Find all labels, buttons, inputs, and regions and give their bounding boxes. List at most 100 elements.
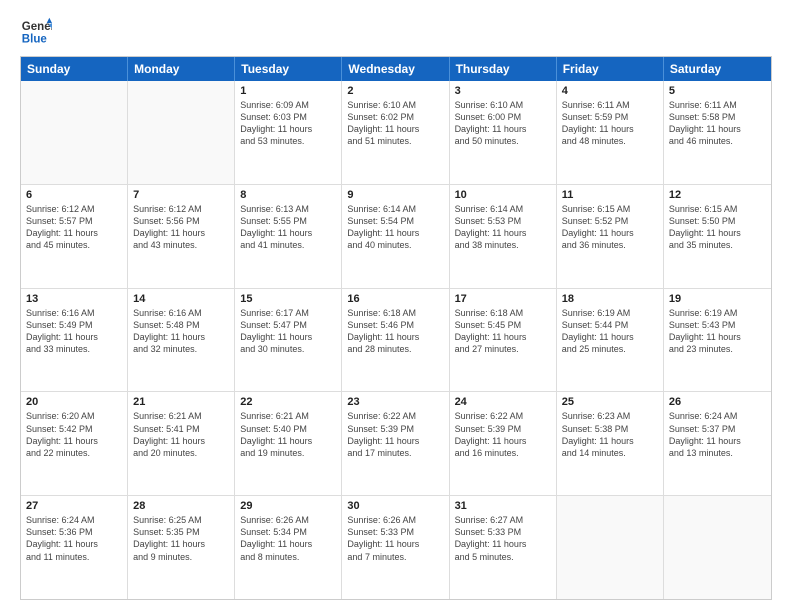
empty-cell-4-6: [664, 496, 771, 599]
day-cell-15: 15 Sunrise: 6:17 AM Sunset: 5:47 PM Dayli…: [235, 289, 342, 392]
weekday-header-monday: Monday: [128, 57, 235, 81]
day-number: 9: [347, 189, 443, 201]
logo: General Blue: [20, 16, 58, 48]
day-info: Sunrise: 6:14 AM Sunset: 5:54 PM Dayligh…: [347, 203, 443, 252]
day-info: Sunrise: 6:17 AM Sunset: 5:47 PM Dayligh…: [240, 307, 336, 356]
day-number: 11: [562, 189, 658, 201]
day-number: 30: [347, 500, 443, 512]
svg-text:Blue: Blue: [22, 34, 48, 46]
day-cell-21: 21 Sunrise: 6:21 AM Sunset: 5:41 PM Dayli…: [128, 392, 235, 495]
day-number: 19: [669, 293, 766, 305]
day-info: Sunrise: 6:21 AM Sunset: 5:41 PM Dayligh…: [133, 410, 229, 459]
calendar-page: General Blue SundayMondayTuesdayWednesda…: [0, 0, 792, 612]
day-info: Sunrise: 6:12 AM Sunset: 5:56 PM Dayligh…: [133, 203, 229, 252]
day-number: 8: [240, 189, 336, 201]
day-info: Sunrise: 6:11 AM Sunset: 5:59 PM Dayligh…: [562, 99, 658, 148]
calendar-row-4: 27 Sunrise: 6:24 AM Sunset: 5:36 PM Dayli…: [21, 496, 771, 599]
day-number: 14: [133, 293, 229, 305]
day-number: 10: [455, 189, 551, 201]
logo-icon: General Blue: [20, 16, 52, 48]
day-info: Sunrise: 6:26 AM Sunset: 5:33 PM Dayligh…: [347, 514, 443, 563]
day-number: 24: [455, 396, 551, 408]
day-cell-11: 11 Sunrise: 6:15 AM Sunset: 5:52 PM Dayli…: [557, 185, 664, 288]
day-info: Sunrise: 6:10 AM Sunset: 6:00 PM Dayligh…: [455, 99, 551, 148]
day-number: 17: [455, 293, 551, 305]
calendar-body: 1Sunrise: 6:09 AM Sunset: 6:03 PM Daylig…: [21, 81, 771, 599]
day-number: 7: [133, 189, 229, 201]
day-info: Sunrise: 6:16 AM Sunset: 5:49 PM Dayligh…: [26, 307, 122, 356]
weekday-header-tuesday: Tuesday: [235, 57, 342, 81]
day-cell-28: 28 Sunrise: 6:25 AM Sunset: 5:35 PM Dayli…: [128, 496, 235, 599]
day-info: Sunrise: 6:14 AM Sunset: 5:53 PM Dayligh…: [455, 203, 551, 252]
day-cell-12: 12Sunrise: 6:15 AM Sunset: 5:50 PM Dayli…: [664, 185, 771, 288]
day-cell-7: 7 Sunrise: 6:12 AM Sunset: 5:56 PM Daylig…: [128, 185, 235, 288]
day-cell-26: 26 Sunrise: 6:24 AM Sunset: 5:37 PM Dayli…: [664, 392, 771, 495]
day-info: Sunrise: 6:24 AM Sunset: 5:37 PM Dayligh…: [669, 410, 766, 459]
day-number: 22: [240, 396, 336, 408]
day-number: 21: [133, 396, 229, 408]
day-info: Sunrise: 6:22 AM Sunset: 5:39 PM Dayligh…: [347, 410, 443, 459]
day-info: Sunrise: 6:18 AM Sunset: 5:45 PM Dayligh…: [455, 307, 551, 356]
day-cell-9: 9 Sunrise: 6:14 AM Sunset: 5:54 PM Daylig…: [342, 185, 449, 288]
day-number: 26: [669, 396, 766, 408]
day-cell-8: 8 Sunrise: 6:13 AM Sunset: 5:55 PM Daylig…: [235, 185, 342, 288]
calendar-row-1: 6 Sunrise: 6:12 AM Sunset: 5:57 PM Daylig…: [21, 185, 771, 289]
day-cell-30: 30 Sunrise: 6:26 AM Sunset: 5:33 PM Dayli…: [342, 496, 449, 599]
day-info: Sunrise: 6:27 AM Sunset: 5:33 PM Dayligh…: [455, 514, 551, 563]
day-cell-20: 20 Sunrise: 6:20 AM Sunset: 5:42 PM Dayli…: [21, 392, 128, 495]
day-number: 23: [347, 396, 443, 408]
empty-cell-0-0: [21, 81, 128, 184]
day-number: 18: [562, 293, 658, 305]
weekday-header-wednesday: Wednesday: [342, 57, 449, 81]
day-info: Sunrise: 6:15 AM Sunset: 5:52 PM Dayligh…: [562, 203, 658, 252]
day-info: Sunrise: 6:16 AM Sunset: 5:48 PM Dayligh…: [133, 307, 229, 356]
day-cell-17: 17 Sunrise: 6:18 AM Sunset: 5:45 PM Dayli…: [450, 289, 557, 392]
day-info: Sunrise: 6:25 AM Sunset: 5:35 PM Dayligh…: [133, 514, 229, 563]
day-info: Sunrise: 6:19 AM Sunset: 5:43 PM Dayligh…: [669, 307, 766, 356]
day-info: Sunrise: 6:10 AM Sunset: 6:02 PM Dayligh…: [347, 99, 443, 148]
day-cell-5: 5Sunrise: 6:11 AM Sunset: 5:58 PM Daylig…: [664, 81, 771, 184]
day-number: 6: [26, 189, 122, 201]
day-number: 27: [26, 500, 122, 512]
day-info: Sunrise: 6:20 AM Sunset: 5:42 PM Dayligh…: [26, 410, 122, 459]
weekday-header-sunday: Sunday: [21, 57, 128, 81]
day-info: Sunrise: 6:13 AM Sunset: 5:55 PM Dayligh…: [240, 203, 336, 252]
day-info: Sunrise: 6:22 AM Sunset: 5:39 PM Dayligh…: [455, 410, 551, 459]
day-cell-25: 25 Sunrise: 6:23 AM Sunset: 5:38 PM Dayli…: [557, 392, 664, 495]
day-number: 15: [240, 293, 336, 305]
day-number: 4: [562, 85, 658, 97]
day-cell-2: 2 Sunrise: 6:10 AM Sunset: 6:02 PM Daylig…: [342, 81, 449, 184]
calendar-row-2: 13Sunrise: 6:16 AM Sunset: 5:49 PM Dayli…: [21, 289, 771, 393]
day-cell-10: 10 Sunrise: 6:14 AM Sunset: 5:53 PM Dayli…: [450, 185, 557, 288]
page-header: General Blue: [20, 16, 772, 48]
weekday-header-thursday: Thursday: [450, 57, 557, 81]
day-info: Sunrise: 6:23 AM Sunset: 5:38 PM Dayligh…: [562, 410, 658, 459]
day-info: Sunrise: 6:12 AM Sunset: 5:57 PM Dayligh…: [26, 203, 122, 252]
day-number: 31: [455, 500, 551, 512]
empty-cell-4-5: [557, 496, 664, 599]
day-info: Sunrise: 6:15 AM Sunset: 5:50 PM Dayligh…: [669, 203, 766, 252]
day-cell-4: 4 Sunrise: 6:11 AM Sunset: 5:59 PM Daylig…: [557, 81, 664, 184]
day-number: 16: [347, 293, 443, 305]
calendar-row-3: 20 Sunrise: 6:20 AM Sunset: 5:42 PM Dayli…: [21, 392, 771, 496]
day-cell-27: 27 Sunrise: 6:24 AM Sunset: 5:36 PM Dayli…: [21, 496, 128, 599]
day-cell-16: 16 Sunrise: 6:18 AM Sunset: 5:46 PM Dayli…: [342, 289, 449, 392]
day-info: Sunrise: 6:24 AM Sunset: 5:36 PM Dayligh…: [26, 514, 122, 563]
day-number: 20: [26, 396, 122, 408]
calendar-header: SundayMondayTuesdayWednesdayThursdayFrid…: [21, 57, 771, 81]
day-info: Sunrise: 6:18 AM Sunset: 5:46 PM Dayligh…: [347, 307, 443, 356]
day-number: 28: [133, 500, 229, 512]
day-cell-24: 24 Sunrise: 6:22 AM Sunset: 5:39 PM Dayli…: [450, 392, 557, 495]
day-info: Sunrise: 6:09 AM Sunset: 6:03 PM Dayligh…: [240, 99, 336, 148]
day-number: 3: [455, 85, 551, 97]
calendar: SundayMondayTuesdayWednesdayThursdayFrid…: [20, 56, 772, 600]
day-number: 2: [347, 85, 443, 97]
day-cell-31: 31 Sunrise: 6:27 AM Sunset: 5:33 PM Dayli…: [450, 496, 557, 599]
day-info: Sunrise: 6:19 AM Sunset: 5:44 PM Dayligh…: [562, 307, 658, 356]
day-number: 25: [562, 396, 658, 408]
weekday-header-saturday: Saturday: [664, 57, 771, 81]
day-info: Sunrise: 6:26 AM Sunset: 5:34 PM Dayligh…: [240, 514, 336, 563]
day-info: Sunrise: 6:21 AM Sunset: 5:40 PM Dayligh…: [240, 410, 336, 459]
day-info: Sunrise: 6:11 AM Sunset: 5:58 PM Dayligh…: [669, 99, 766, 148]
day-cell-23: 23 Sunrise: 6:22 AM Sunset: 5:39 PM Dayli…: [342, 392, 449, 495]
